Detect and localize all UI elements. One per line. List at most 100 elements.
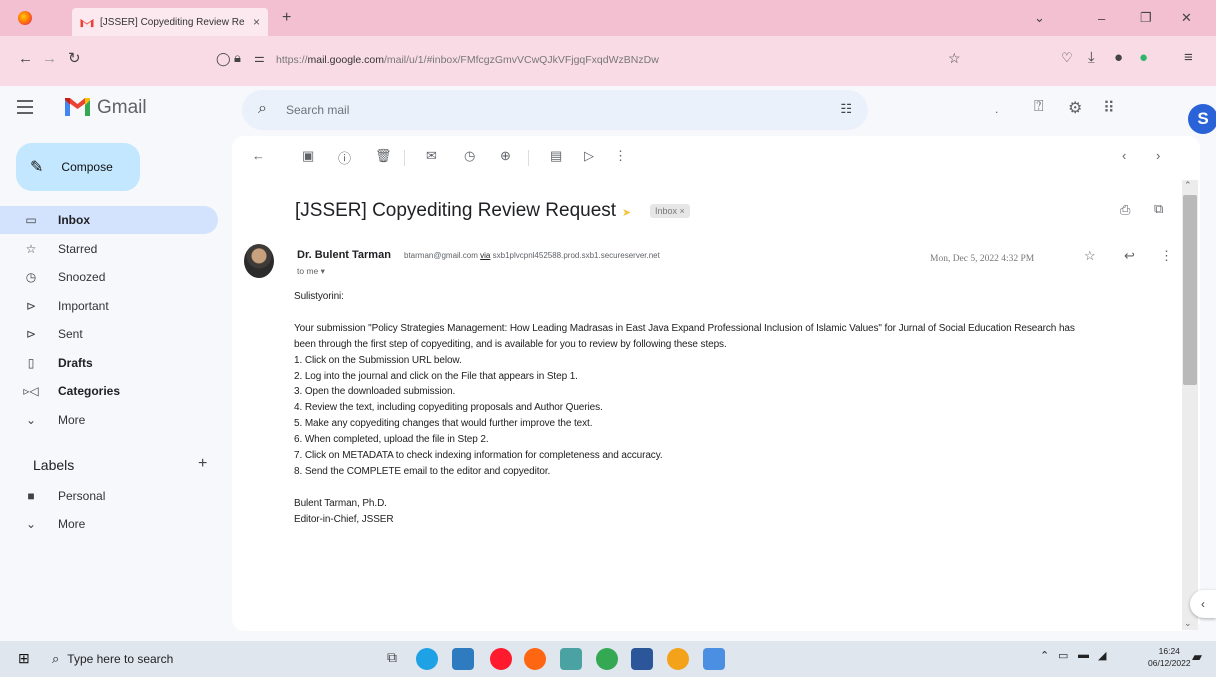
search-bar[interactable]: ⌕ Search mail ☷	[242, 90, 868, 130]
open-new-window-icon[interactable]: ⧉	[1154, 201, 1163, 217]
browser-tab[interactable]: [JSSER] Copyediting Review Re ×	[72, 8, 268, 36]
more-options-icon[interactable]: ⋮	[614, 148, 627, 164]
compose-button[interactable]: ✎ Compose	[16, 143, 140, 191]
menu-icon[interactable]: ≡	[1184, 49, 1193, 66]
tab-title: [JSSER] Copyediting Review Re	[100, 16, 245, 28]
archive-icon[interactable]: ▣	[302, 148, 314, 164]
settings-gear-icon[interactable]: ⚙	[1068, 98, 1082, 118]
sender-email: btarman@gmail.com via sxb1plvcpnl452588.…	[404, 251, 660, 260]
sidebar-item-starred[interactable]: ☆ Starred	[0, 235, 218, 263]
url-text[interactable]: https://mail.google.com/mail/u/1/#inbox/…	[276, 54, 659, 66]
lock-icon[interactable]: 🔒︎	[234, 50, 241, 66]
help-icon[interactable]: ⍰	[1034, 98, 1044, 116]
opera-app-icon[interactable]	[490, 648, 512, 670]
taskbar-search-input[interactable]: Type here to search	[67, 652, 173, 666]
close-window-icon[interactable]: ✕	[1181, 0, 1192, 36]
importance-marker-icon[interactable]: ➤	[622, 206, 631, 219]
body-line: Your submission "Policy Strategies Manag…	[294, 322, 1075, 334]
older-icon[interactable]: ›	[1156, 148, 1160, 163]
back-icon[interactable]: ←	[18, 50, 33, 67]
back-to-inbox-icon[interactable]: ←	[252, 148, 265, 163]
body-line: 8. Send the COMPLETE email to the editor…	[294, 465, 551, 477]
sidebar-item-more[interactable]: ⌄ More	[0, 406, 218, 434]
reply-icon[interactable]: ↩	[1124, 248, 1135, 264]
recipient-details[interactable]: to me ▾	[297, 266, 325, 277]
chrome-app-icon[interactable]	[596, 648, 618, 670]
snooze-icon[interactable]: ◷	[464, 148, 475, 164]
message-body: Sulistyorini: Your submission "Policy Str…	[294, 289, 1189, 528]
scrollbar-thumb[interactable]	[1183, 195, 1197, 385]
shield-icon[interactable]: ◯	[216, 51, 231, 67]
scroll-down-icon[interactable]: ⌄	[1184, 618, 1192, 629]
search-options-icon[interactable]: ☷	[840, 101, 852, 117]
tray-expand-icon[interactable]: ⌃	[1040, 649, 1049, 662]
tab-close-icon[interactable]: ×	[253, 15, 260, 29]
pencil-icon: ✎	[30, 159, 44, 176]
message-subject: [JSSER] Copyediting Review Request	[295, 200, 617, 221]
add-task-icon[interactable]: ⊕	[500, 148, 511, 164]
reload-icon[interactable]: ↻	[68, 49, 81, 67]
extension-green-icon[interactable]: ●	[1139, 49, 1148, 66]
firefox-app-icon[interactable]	[524, 648, 546, 670]
maximize-icon[interactable]: ❐	[1140, 0, 1152, 36]
task-view-icon[interactable]: ⧉	[387, 649, 397, 666]
address-bar[interactable]: ◯ 🔒︎ ⚌ https://mail.google.com/mail/u/1/…	[210, 45, 970, 75]
sidebar-item-inbox[interactable]: ▭ Inbox	[0, 206, 218, 234]
gmail-header: Gmail ⌕ Search mail ☷ . ⍰ ⚙ ⠿	[0, 86, 1216, 136]
inbox-icon: ▭	[25, 213, 37, 227]
search-input[interactable]: Search mail	[286, 103, 349, 117]
wifi-icon[interactable]: ◢	[1098, 649, 1106, 662]
body-line: 1. Click on the Submission URL below.	[294, 354, 462, 366]
extension-icon[interactable]: ●	[1114, 49, 1123, 66]
battery-icon[interactable]: ▭	[1058, 649, 1068, 662]
forward-icon[interactable]: →	[42, 50, 57, 67]
file-explorer-app-icon[interactable]	[452, 648, 474, 670]
report-spam-icon[interactable]: ⓘ	[338, 148, 351, 167]
label-item-label: Personal	[58, 489, 106, 503]
sidebar-item-snoozed[interactable]: ◷ Snoozed	[0, 263, 218, 291]
star-icon[interactable]: ☆	[948, 50, 961, 67]
star-icon[interactable]: ☆	[1084, 248, 1096, 264]
label-icon[interactable]: ▷	[584, 148, 594, 164]
delete-icon[interactable]: 🗑︎	[375, 148, 392, 164]
edge-app-icon[interactable]	[416, 648, 438, 670]
store-app-icon[interactable]	[560, 648, 582, 670]
network-app-icon[interactable]	[703, 648, 725, 670]
sidebar-item-drafts[interactable]: ▯ Drafts	[0, 349, 218, 377]
body-line: 6. When completed, upload the file in St…	[294, 434, 489, 446]
main-menu-icon[interactable]	[17, 100, 33, 114]
body-line: Bulent Tarman, Ph.D.	[294, 497, 387, 509]
star-icon: ☆	[25, 241, 37, 256]
download-icon[interactable]: ⤓	[1088, 49, 1095, 66]
show-side-panel-icon[interactable]: ‹	[1190, 590, 1216, 618]
more-icon[interactable]: ⋮	[1160, 248, 1173, 264]
newer-icon[interactable]: ‹	[1122, 148, 1126, 163]
mark-unread-icon[interactable]: ✉	[426, 148, 437, 164]
taskbar-search[interactable]: ⌕ Type here to search	[42, 644, 372, 674]
search-app-icon[interactable]	[667, 648, 689, 670]
permissions-icon[interactable]: ⚌	[254, 51, 265, 65]
label-item-personal[interactable]: ■ Personal	[0, 482, 218, 510]
inbox-label-chip[interactable]: Inbox ×	[650, 204, 690, 218]
display-icon[interactable]: ▬	[1078, 649, 1089, 661]
minimize-icon[interactable]: –	[1098, 0, 1105, 36]
new-tab-button[interactable]: +	[282, 9, 291, 27]
apps-grid-icon[interactable]: ⠿	[1103, 98, 1115, 118]
print-icon[interactable]: ⎙	[1120, 202, 1130, 218]
word-app-icon[interactable]	[631, 648, 653, 670]
toolbar-divider	[404, 150, 405, 166]
scroll-up-icon[interactable]: ⌃	[1184, 180, 1192, 191]
label-item-more[interactable]: ⌄ More	[0, 510, 218, 538]
sidebar-item-sent[interactable]: ⊳ Sent	[0, 320, 218, 348]
pocket-icon[interactable]: ♡	[1061, 50, 1073, 66]
sidebar-item-categories[interactable]: ▹◁ Categories	[0, 377, 218, 405]
search-icon[interactable]: ⌕	[258, 100, 267, 118]
move-to-icon[interactable]: ▤	[550, 148, 562, 164]
notifications-icon[interactable]: ▰	[1192, 649, 1202, 665]
create-label-button[interactable]: +	[198, 455, 207, 473]
tab-list-icon[interactable]: ⌄	[1034, 0, 1045, 36]
taskbar-clock[interactable]: 16:24 06/12/2022	[1148, 645, 1191, 669]
account-avatar[interactable]: S	[1188, 104, 1216, 134]
windows-start-icon[interactable]: ⊞	[18, 650, 30, 667]
sidebar-item-important[interactable]: ⊳ Important	[0, 292, 218, 320]
